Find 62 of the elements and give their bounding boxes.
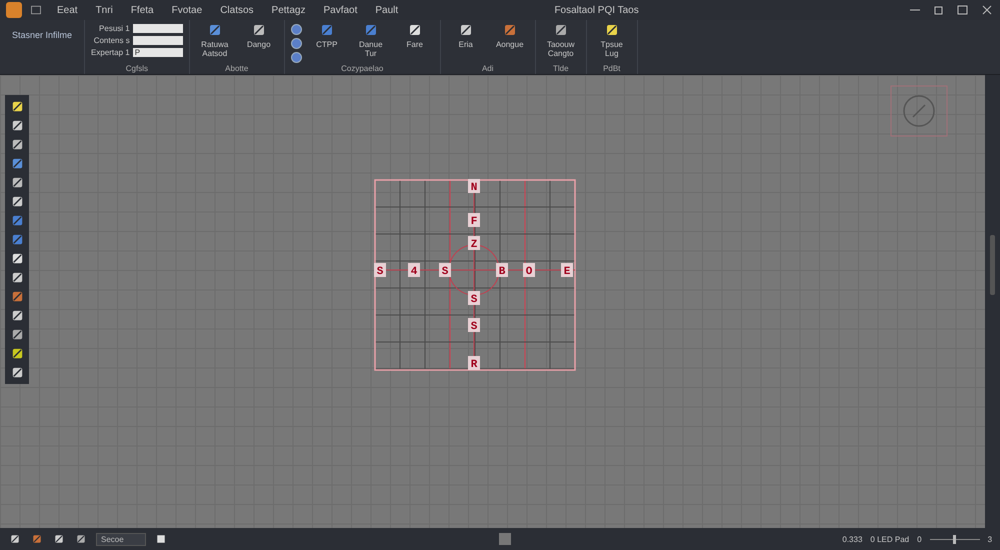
coordinates-readout: 0.333 xyxy=(842,534,862,544)
ribbon-button[interactable]: Ratuwa Aatsod xyxy=(196,22,234,58)
scale-min-label: 0 xyxy=(917,534,922,544)
ribbon-group-label: Tlde xyxy=(552,64,570,74)
axis-label: S xyxy=(376,266,384,278)
menu-item[interactable]: Ffeta xyxy=(124,2,161,18)
status-tool-icon[interactable] xyxy=(74,533,88,545)
ribbon-group-label: Abotte xyxy=(224,64,250,74)
status-indicator xyxy=(499,533,512,545)
axis-label: S xyxy=(442,266,448,278)
ribbon-button[interactable]: Taoouw Cangto xyxy=(542,22,580,58)
menu-item[interactable]: Pavfaot xyxy=(316,2,364,18)
field-label: Contens s xyxy=(94,36,130,44)
dropdown-field[interactable]: P xyxy=(132,48,183,56)
ribbon-group-label: Adi xyxy=(480,64,495,74)
axis-label: S xyxy=(470,294,478,306)
status-tool-icon[interactable] xyxy=(8,533,22,545)
menu-item[interactable]: Tnri xyxy=(88,2,120,18)
axis-label: O xyxy=(526,266,532,278)
ribbon-button[interactable]: Aongue xyxy=(490,22,529,49)
mode-readout: 0 LED Pad xyxy=(870,534,910,544)
status-tool-icon[interactable] xyxy=(52,533,66,545)
scrollbar-thumb[interactable] xyxy=(990,235,995,295)
field-label: Expertap 1 xyxy=(91,48,130,56)
menu-item[interactable]: Clatsos xyxy=(213,2,261,18)
ribbon-button[interactable]: Dango xyxy=(240,22,278,49)
axis-label: S xyxy=(470,321,478,333)
dropdown-field[interactable] xyxy=(132,24,183,32)
status-tool-icon[interactable] xyxy=(30,533,44,545)
axis-label: F xyxy=(470,216,478,228)
ribbon-group-label: Cgfsls xyxy=(124,64,149,74)
ribbon-group-label: Cozypaelao xyxy=(340,64,384,74)
layout-dropdown[interactable]: Secoe xyxy=(96,532,146,546)
axis-label: B xyxy=(498,266,506,278)
menu-item[interactable]: Eeat xyxy=(50,2,85,18)
document-icon[interactable] xyxy=(30,4,42,16)
ribbon-group-label: PdBt xyxy=(602,64,622,74)
menu-item[interactable]: Pault xyxy=(368,2,406,18)
ribbon-button[interactable]: CTPP xyxy=(308,22,346,49)
dropdown-field[interactable] xyxy=(132,36,183,44)
axis-label: 4 xyxy=(410,266,418,278)
ribbon-button[interactable]: Eria xyxy=(446,22,485,49)
circle-tool-icon[interactable] xyxy=(290,38,302,49)
field-label: Pesusi 1 xyxy=(99,24,130,32)
scale-max-label: 3 xyxy=(988,534,992,544)
app-logo-icon xyxy=(6,2,22,18)
zoom-slider-thumb[interactable] xyxy=(953,534,956,544)
maximize-icon[interactable] xyxy=(956,4,970,16)
menu-item[interactable]: Fvotae xyxy=(164,2,210,18)
axis-label: E xyxy=(564,266,570,278)
window-title: Fosaltaol PQI Taos xyxy=(554,4,640,16)
ribbon-button[interactable]: Tpsue Lug xyxy=(592,22,631,58)
ribbon-button[interactable]: Danue Tur xyxy=(352,22,390,58)
circle-tool-icon[interactable] xyxy=(290,52,302,63)
axis-label: Z xyxy=(470,239,478,251)
axis-label: N xyxy=(470,182,478,194)
axis-label: R xyxy=(470,359,478,371)
ribbon-button[interactable]: Fare xyxy=(396,22,434,49)
menu-item[interactable]: Pettagz xyxy=(264,2,312,18)
workspace-selector[interactable]: Stasner Infilme xyxy=(6,22,78,48)
close-icon[interactable] xyxy=(980,4,994,16)
circle-tool-icon[interactable] xyxy=(290,24,302,35)
